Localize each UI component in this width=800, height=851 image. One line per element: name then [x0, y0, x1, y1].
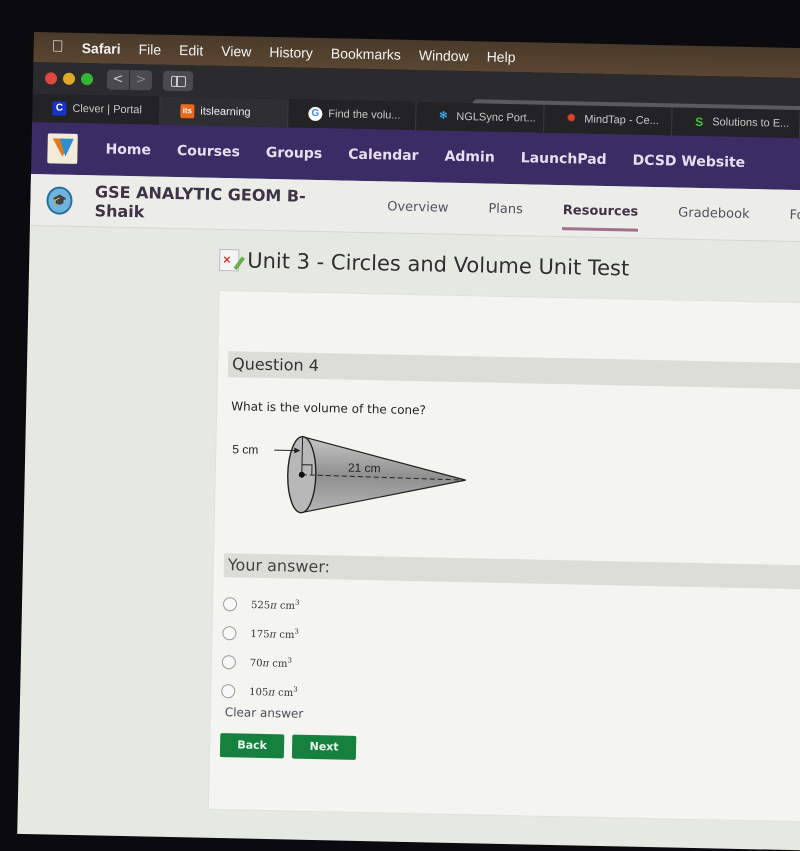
- tab-gradebook[interactable]: Gradebook: [678, 206, 750, 222]
- answer-option[interactable]: 525π cm3: [222, 589, 300, 620]
- radius-label: 5 cm: [232, 442, 258, 457]
- nav-launchpad[interactable]: LaunchPad: [521, 150, 607, 168]
- menu-file[interactable]: File: [138, 41, 161, 57]
- tab-label: Find the volu...: [328, 108, 401, 122]
- screen:  Safari File Edit View History Bookmark…: [17, 32, 800, 851]
- nav-home[interactable]: Home: [105, 142, 151, 159]
- minimize-window-button[interactable]: [62, 72, 76, 85]
- tab-follow[interactable]: Follow: [789, 208, 800, 224]
- option-label: 525π cm3: [250, 598, 300, 612]
- tab-label: Solutions to E...: [712, 116, 790, 130]
- next-button[interactable]: Next: [291, 734, 357, 760]
- apple-menu-icon[interactable]: : [51, 38, 64, 56]
- tab-label: NGLSync Port...: [456, 110, 536, 125]
- test-title: Unit 3 - Circles and Volume Unit Test: [247, 248, 630, 281]
- test-title-row: Unit 3 - Circles and Volume Unit Test: [219, 248, 629, 281]
- tab-solutions[interactable]: S Solutions to E...: [671, 107, 800, 139]
- tab-nglsync[interactable]: ✻ NGLSync Port...: [416, 102, 545, 133]
- menu-safari[interactable]: Safari: [82, 40, 121, 57]
- sidebar-toggle-icon[interactable]: [162, 70, 194, 92]
- tab-label: itslearning: [200, 105, 251, 119]
- close-window-button[interactable]: [44, 72, 58, 85]
- cone-figure: 5 cm 21 cm: [232, 435, 466, 514]
- google-icon: G: [308, 106, 323, 122]
- radio-button[interactable]: [221, 654, 236, 669]
- answer-heading: Your answer:: [223, 553, 800, 590]
- mindtap-icon: ✺: [566, 113, 576, 125]
- tab-overview[interactable]: Overview: [387, 199, 449, 215]
- nav-courses[interactable]: Courses: [177, 143, 240, 160]
- menu-edit[interactable]: Edit: [179, 42, 203, 59]
- nav-dcsd-website[interactable]: DCSD Website: [632, 153, 745, 171]
- radio-button[interactable]: [222, 596, 238, 611]
- answer-option[interactable]: 175π cm3: [222, 618, 299, 649]
- forward-nav-button[interactable]: >: [129, 70, 153, 91]
- tab-clever[interactable]: C Clever | Portal: [32, 93, 161, 125]
- tab-plans[interactable]: Plans: [488, 202, 523, 218]
- clever-icon: C: [52, 101, 67, 116]
- tab-label: Clever | Portal: [72, 102, 143, 117]
- cone-body: [300, 435, 466, 514]
- nav-admin[interactable]: Admin: [444, 149, 495, 166]
- menu-view[interactable]: View: [221, 43, 251, 60]
- back-nav-button[interactable]: <: [106, 69, 130, 90]
- itslearning-icon: its: [180, 104, 195, 119]
- page-content: 🎓 GSE ANALYTIC GEOM B-Shaik Overview Pla…: [17, 173, 800, 851]
- tab-mindtap[interactable]: ✺ MindTap - Ce...: [544, 104, 673, 136]
- nglsync-icon: ✻: [439, 110, 448, 122]
- zoom-window-button[interactable]: [80, 72, 94, 86]
- tab-label: MindTap - Ce...: [584, 113, 659, 128]
- tab-itslearning[interactable]: its itslearning: [160, 96, 289, 128]
- option-label: 70π cm3: [249, 656, 293, 670]
- option-label: 105π cm3: [249, 685, 298, 699]
- option-label: 175π cm3: [250, 627, 300, 641]
- graduation-cap-icon: 🎓: [46, 185, 74, 215]
- answer-option[interactable]: 105π cm3: [221, 676, 298, 707]
- menu-bookmarks[interactable]: Bookmarks: [331, 45, 401, 62]
- question-text: What is the volume of the cone?: [231, 399, 427, 418]
- answer-options: 525π cm3 175π cm3 70π cm3 105π cm3: [221, 589, 300, 707]
- back-button[interactable]: Back: [219, 733, 285, 759]
- tab-google[interactable]: G Find the volu...: [288, 99, 417, 131]
- radio-button[interactable]: [222, 625, 237, 640]
- test-checklist-icon: [219, 248, 240, 272]
- clear-answer-link[interactable]: Clear answer: [225, 705, 304, 721]
- course-title[interactable]: GSE ANALYTIC GEOM B-Shaik: [94, 182, 337, 225]
- radio-button[interactable]: [221, 683, 236, 698]
- menu-window[interactable]: Window: [419, 47, 469, 64]
- nav-calendar[interactable]: Calendar: [348, 147, 419, 164]
- district-logo-icon[interactable]: [47, 133, 78, 164]
- nav-groups[interactable]: Groups: [266, 145, 323, 162]
- answer-option[interactable]: 70π cm3: [221, 647, 299, 678]
- menu-history[interactable]: History: [269, 44, 313, 61]
- question-heading: Question 4: [227, 351, 800, 390]
- slader-icon: S: [695, 114, 704, 130]
- question-card: Question 4 What is the volume of the con…: [207, 289, 800, 823]
- tab-resources[interactable]: Resources: [563, 203, 639, 220]
- menu-help[interactable]: Help: [487, 48, 516, 65]
- height-label: 21 cm: [348, 461, 381, 476]
